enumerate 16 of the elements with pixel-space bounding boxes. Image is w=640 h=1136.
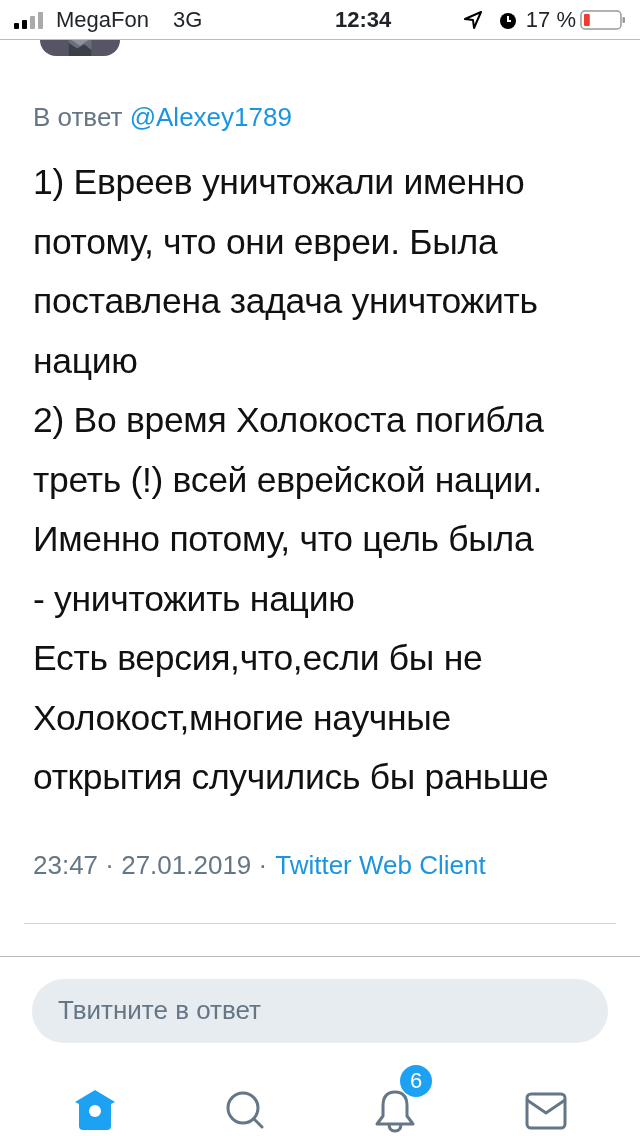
notification-badge: 6 [400, 1064, 432, 1097]
reply-field[interactable]: Твитните в ответ [32, 978, 608, 1043]
timestamp: 23:47 · 27.01.2019 · [33, 848, 268, 882]
tweet-text: 1) Евреев уничтожали именно потому, что они евреи. Была поставлена задача уничтожить нацию [33, 161, 539, 383]
carrier-name: MegaFon [56, 6, 149, 34]
network-type: 3G [172, 6, 203, 34]
source-link[interactable]: Twitter Web Client [275, 845, 486, 885]
battery-icon [580, 8, 626, 31]
tweet-text: 2) Во время Холокоста погибла треть (!) всей еврейской нации. Именно потому, что цель была - уничтожить нацию [33, 399, 545, 621]
location-icon [463, 10, 482, 29]
battery-percent: 17 % [525, 6, 576, 34]
clock: 12:34 [333, 6, 392, 34]
reply-context: В ответ [33, 102, 123, 132]
tweet-text: Есть версия,что,если бы не Холокост,многие научные открытия случились бы раньше [33, 637, 550, 799]
mention-link[interactable]: @Alexey1789 [129, 102, 292, 132]
tab-button[interactable]: 6 [340, 1064, 450, 1136]
